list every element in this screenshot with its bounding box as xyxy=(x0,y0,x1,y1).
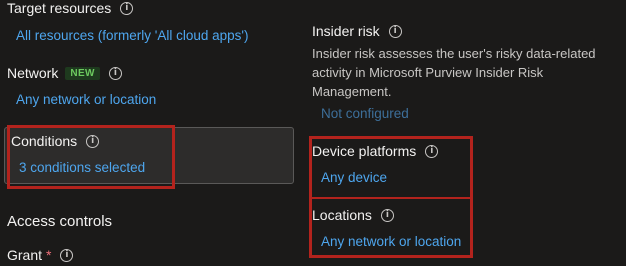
highlight-divider xyxy=(309,197,473,199)
network-label-text: Network xyxy=(7,65,59,81)
access-controls-heading: Access controls xyxy=(7,213,113,230)
device-platforms-label-text: Device platforms xyxy=(312,143,417,159)
info-icon[interactable]: i xyxy=(120,1,134,15)
assignments-column: Target resources i All resources (former… xyxy=(0,0,300,266)
device-platforms-link[interactable]: Any device xyxy=(321,170,387,185)
insider-risk-label: Insider risk i xyxy=(312,23,402,39)
info-icon[interactable]: i xyxy=(108,66,122,80)
info-icon[interactable]: i xyxy=(425,144,439,158)
info-icon[interactable]: i xyxy=(380,208,394,222)
insider-risk-description: Insider risk assesses the user's risky d… xyxy=(312,46,596,99)
locations-label-text: Locations xyxy=(312,207,372,223)
conditions-link[interactable]: 3 conditions selected xyxy=(19,160,145,175)
target-resources-label-text: Target resources xyxy=(7,0,112,16)
info-icon[interactable]: i xyxy=(60,248,74,262)
conditions-column: Insider risk i Insider risk assesses the… xyxy=(300,0,626,266)
target-resources-label: Target resources i xyxy=(7,0,134,16)
insider-risk-label-text: Insider risk xyxy=(312,23,380,39)
conditions-label-text: Conditions xyxy=(11,133,78,149)
grant-label: Grant * i xyxy=(7,247,74,263)
grant-label-text: Grant xyxy=(7,247,43,263)
network-label: Network NEW i xyxy=(7,65,122,81)
device-platforms-label: Device platforms i xyxy=(312,143,439,159)
network-link[interactable]: Any network or location xyxy=(16,92,156,107)
locations-link[interactable]: Any network or location xyxy=(321,234,461,249)
required-asterisk: * xyxy=(46,247,52,263)
locations-label: Locations i xyxy=(312,207,394,223)
target-resources-link[interactable]: All resources (formerly 'All cloud apps'… xyxy=(16,28,248,43)
info-icon[interactable]: i xyxy=(388,24,402,38)
conditional-access-policy-panel: Target resources i All resources (former… xyxy=(0,0,626,266)
insider-risk-link[interactable]: Not configured xyxy=(321,106,409,121)
info-icon[interactable]: i xyxy=(86,134,100,148)
new-badge: NEW xyxy=(65,66,100,80)
conditions-label: Conditions i xyxy=(11,133,100,149)
